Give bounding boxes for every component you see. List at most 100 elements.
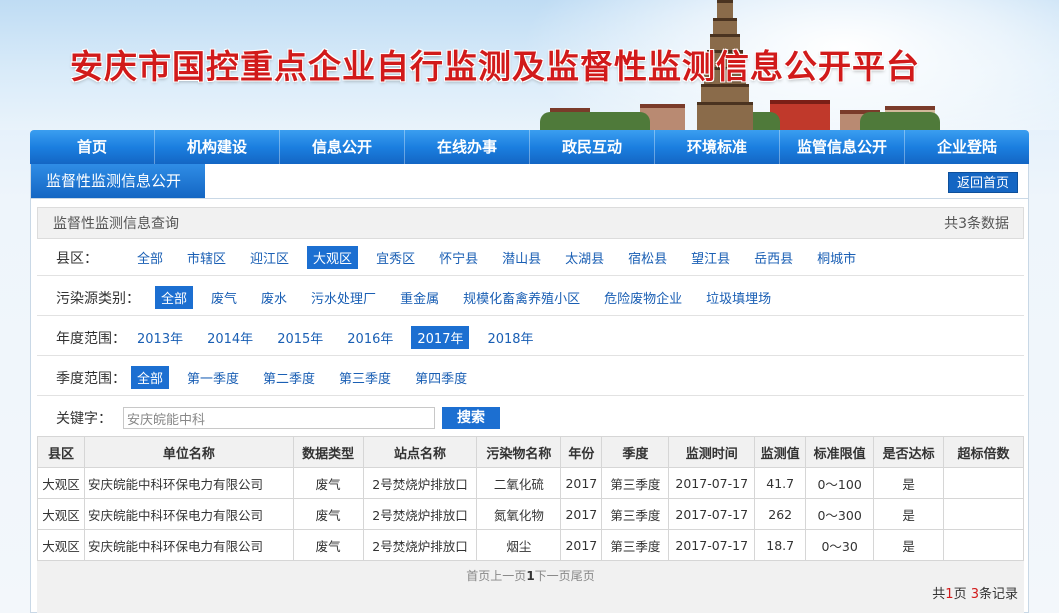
col-monitor-value: 监测值	[754, 436, 807, 468]
filter-option[interactable]: 2014年	[201, 326, 259, 349]
filter-option[interactable]: 规模化畜禽养殖小区	[457, 286, 586, 309]
search-button[interactable]: 搜索	[442, 407, 500, 429]
total-pages: 1	[945, 587, 954, 602]
query-title: 监督性监测信息查询	[53, 216, 179, 232]
cell-site: 2号焚烧炉排放口	[362, 529, 478, 561]
filter-option[interactable]: 危险废物企业	[598, 286, 688, 309]
nav-online-service[interactable]: 在线办事	[405, 130, 530, 164]
filter-option-selected[interactable]: 2017年	[411, 326, 470, 349]
filter-option[interactable]: 废水	[255, 286, 293, 309]
return-home-button[interactable]: 返回首页	[948, 172, 1018, 193]
cell-company: 安庆皖能中科环保电力有限公司	[83, 498, 294, 530]
col-district: 县区	[37, 436, 85, 468]
cell-limit: 0～30	[805, 529, 875, 561]
cell-exceed-ratio	[943, 467, 1024, 499]
main-nav: 首页 机构建设 信息公开 在线办事 政民互动 环境标准 监管信息公开 企业登陆	[30, 130, 1029, 164]
col-company: 单位名称	[83, 436, 294, 468]
total-records: 3	[970, 587, 979, 602]
nav-organization[interactable]: 机构建设	[155, 130, 280, 164]
filter-option[interactable]: 桐城市	[811, 246, 862, 269]
filter-option[interactable]: 岳西县	[748, 246, 799, 269]
col-pollutant: 污染物名称	[476, 436, 562, 468]
table-row: 大观区 安庆皖能中科环保电力有限公司 废气 2号焚烧炉排放口 二氧化硫 2017…	[37, 467, 1024, 499]
cell-company: 安庆皖能中科环保电力有限公司	[83, 529, 294, 561]
filter-option[interactable]: 垃圾填埋场	[700, 286, 777, 309]
nav-enterprise-login[interactable]: 企业登陆	[905, 130, 1029, 164]
cell-pollutant: 氮氧化物	[476, 498, 562, 530]
cell-monitor-time: 2017-07-17	[668, 498, 756, 530]
keyword-input[interactable]	[123, 407, 435, 429]
first-page-link[interactable]: 首页	[466, 569, 490, 583]
filter-option[interactable]: 怀宁县	[433, 246, 484, 269]
cell-year: 2017	[560, 498, 603, 530]
filter-label: 年度范围：	[56, 330, 126, 347]
filter-label: 县区：	[56, 250, 98, 267]
cell-year: 2017	[560, 529, 603, 561]
col-compliant: 是否达标	[873, 436, 945, 468]
filter-option[interactable]: 宿松县	[622, 246, 673, 269]
filter-option[interactable]: 第三季度	[333, 366, 397, 389]
filter-option[interactable]: 污水处理厂	[305, 286, 382, 309]
nav-info-disclosure[interactable]: 信息公开	[280, 130, 405, 164]
last-page-link[interactable]: 尾页	[571, 569, 595, 583]
table-header-row: 县区 单位名称 数据类型 站点名称 污染物名称 年份 季度 监测时间 监测值 标…	[37, 436, 1024, 468]
cell-monitor-value: 41.7	[754, 467, 807, 499]
result-count: 共3条数据	[944, 216, 1009, 232]
filter-option[interactable]: 市辖区	[181, 246, 232, 269]
keyword-label: 关键字：	[56, 411, 112, 427]
cell-season: 第三季度	[601, 467, 670, 499]
filter-option-selected[interactable]: 全部	[131, 366, 170, 389]
filter-option-selected[interactable]: 大观区	[307, 246, 359, 269]
filter-option[interactable]: 第四季度	[409, 366, 473, 389]
filter-option[interactable]: 2016年	[341, 326, 399, 349]
cell-year: 2017	[560, 467, 603, 499]
cell-compliant: 是	[873, 498, 945, 530]
pager-links: 首页上一页1下一页尾页	[37, 567, 1024, 584]
filter-option[interactable]: 望江县	[685, 246, 736, 269]
header-banner: 安庆市国控重点企业自行监测及监督性监测信息公开平台	[0, 0, 1059, 130]
filter-option[interactable]: 潜山县	[496, 246, 547, 269]
section-bar: 监督性监测信息公开 返回首页	[30, 164, 1029, 199]
results-table: 县区 单位名称 数据类型 站点名称 污染物名称 年份 季度 监测时间 监测值 标…	[37, 436, 1024, 561]
cell-pollutant: 二氧化硫	[476, 467, 562, 499]
filter-option[interactable]: 2018年	[481, 326, 539, 349]
filter-option[interactable]: 第一季度	[181, 366, 245, 389]
filter-option[interactable]: 迎江区	[244, 246, 295, 269]
section-tab[interactable]: 监督性监测信息公开	[31, 164, 205, 198]
filter-option[interactable]: 重金属	[394, 286, 445, 309]
col-monitor-time: 监测时间	[668, 436, 756, 468]
cell-data-type: 废气	[292, 467, 364, 499]
current-page: 1	[526, 569, 535, 583]
filter-option[interactable]: 全部	[131, 246, 169, 269]
nav-supervision-info[interactable]: 监管信息公开	[780, 130, 905, 164]
filter-year: 年度范围： 2013年 2014年 2015年 2016年 2017年 2018…	[37, 320, 1024, 356]
cell-district: 大观区	[37, 467, 85, 499]
filter-option[interactable]: 2013年	[131, 326, 189, 349]
filter-label: 污染源类别：	[56, 290, 140, 307]
pager-pages-mid: 页	[953, 587, 971, 602]
filter-option[interactable]: 宜秀区	[370, 246, 421, 269]
filter-season: 季度范围： 全部 第一季度 第二季度 第三季度 第四季度	[37, 360, 1024, 396]
filter-option-selected[interactable]: 全部	[155, 286, 194, 309]
pager-total: 共1页 3条记录	[932, 583, 1018, 602]
cell-district: 大观区	[37, 529, 85, 561]
cell-monitor-value: 18.7	[754, 529, 807, 561]
table-row: 大观区 安庆皖能中科环保电力有限公司 废气 2号焚烧炉排放口 氮氧化物 2017…	[37, 498, 1024, 530]
filter-option[interactable]: 太湖县	[559, 246, 610, 269]
nav-interaction[interactable]: 政民互动	[530, 130, 655, 164]
filter-option[interactable]: 废气	[205, 286, 243, 309]
filter-option[interactable]: 2015年	[271, 326, 329, 349]
nav-home[interactable]: 首页	[30, 130, 155, 164]
cell-exceed-ratio	[943, 529, 1024, 561]
cell-district: 大观区	[37, 498, 85, 530]
nav-standards[interactable]: 环境标准	[655, 130, 780, 164]
col-season: 季度	[601, 436, 670, 468]
query-panel: 监督性监测信息查询 共3条数据 县区： 全部 市辖区 迎江区 大观区 宜秀区 怀…	[30, 199, 1029, 613]
pager-records-suffix: 条记录	[978, 587, 1018, 602]
cell-limit: 0～100	[805, 467, 875, 499]
cell-season: 第三季度	[601, 529, 670, 561]
filter-option[interactable]: 第二季度	[257, 366, 321, 389]
prev-page-link[interactable]: 上一页	[490, 569, 526, 583]
next-page-link[interactable]: 下一页	[535, 569, 571, 583]
col-limit: 标准限值	[805, 436, 875, 468]
